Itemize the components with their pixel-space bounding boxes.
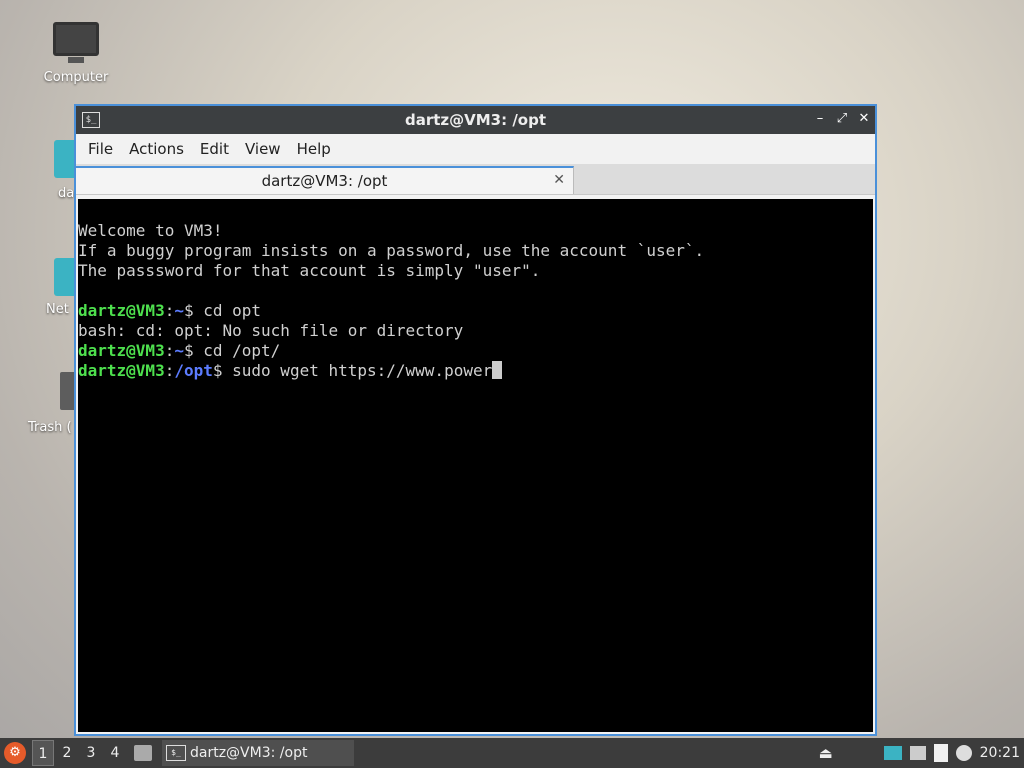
clipboard-icon[interactable] (933, 744, 948, 762)
menu-help[interactable]: Help (289, 140, 339, 158)
close-button[interactable]: ✕ (857, 111, 871, 127)
terminal-icon: $_ (166, 745, 186, 761)
desktop-icon-trash[interactable]: Trash ( (8, 372, 78, 435)
settings-icon[interactable] (955, 745, 972, 761)
task-label: dartz@VM3: /opt (190, 745, 308, 761)
prompt-path: /opt (174, 361, 213, 380)
file-manager-icon[interactable] (134, 745, 152, 761)
text-cursor (492, 361, 503, 379)
prompt-user: dartz@VM3 (78, 361, 165, 380)
workspace-2[interactable]: 2 (56, 740, 78, 766)
tab-bar: dartz@VM3: /opt ✕ (76, 164, 875, 195)
desktop-icon-computer[interactable]: Computer (28, 22, 124, 85)
prompt-path: ~ (174, 301, 184, 320)
menu-edit[interactable]: Edit (192, 140, 237, 158)
terminal-line: Welcome to VM3! (78, 221, 223, 240)
eject-icon[interactable]: ⏏ (816, 744, 836, 762)
window-title: dartz@VM3: /opt (404, 111, 547, 129)
command-output: bash: cd: opt: No such file or directory (78, 321, 464, 340)
desktop-icon-label: Net (46, 302, 69, 317)
desktop-icon-home[interactable]: da (8, 140, 78, 201)
menu-view[interactable]: View (237, 140, 289, 158)
terminal-line: The passsword for that account is simply… (78, 261, 541, 280)
clock[interactable]: 20:21 (980, 745, 1020, 761)
menu-actions[interactable]: Actions (121, 140, 192, 158)
command-text: cd /opt/ (203, 341, 281, 360)
command-input[interactable]: sudo wget https://www.power (232, 361, 492, 380)
terminal-window[interactable]: $_ dartz@VM3: /opt – ⤢ ✕ File Actions Ed… (74, 104, 877, 736)
taskbar: ⚙ 1 2 3 4 $_ dartz@VM3: /opt ⏏ 20:21 (0, 738, 1024, 768)
desktop-icon-network[interactable]: Net (8, 258, 78, 317)
prompt-line: dartz@VM3:/opt$ sudo wget https://www.po… (78, 361, 873, 381)
system-tray: ⏏ 20:21 (816, 744, 1024, 762)
start-menu-button[interactable]: ⚙ (4, 742, 26, 764)
prompt-line: dartz@VM3:~$ cd opt (78, 301, 262, 320)
menu-bar: File Actions Edit View Help (76, 134, 875, 164)
desktop-icon-label: Trash ( (28, 420, 72, 435)
prompt-user: dartz@VM3 (78, 341, 165, 360)
prompt-user: dartz@VM3 (78, 301, 165, 320)
tab-close-icon[interactable]: ✕ (553, 172, 565, 188)
command-text: cd opt (203, 301, 262, 320)
title-bar[interactable]: $_ dartz@VM3: /opt – ⤢ ✕ (76, 106, 875, 134)
terminal-line: If a buggy program insists on a password… (78, 241, 705, 260)
maximize-button[interactable]: ⤢ (835, 111, 849, 127)
workspace-3[interactable]: 3 (80, 740, 102, 766)
display-icon[interactable] (883, 746, 902, 760)
tab-label: dartz@VM3: /opt (261, 172, 388, 190)
computer-icon (53, 22, 99, 63)
workspace-1[interactable]: 1 (32, 740, 54, 766)
taskbar-task-terminal[interactable]: $_ dartz@VM3: /opt (162, 740, 354, 766)
prompt-line: dartz@VM3:~$ cd /opt/ (78, 341, 281, 360)
prompt-path: ~ (174, 341, 184, 360)
tab-terminal[interactable]: dartz@VM3: /opt ✕ (76, 166, 574, 194)
terminal-app-icon: $_ (82, 112, 100, 128)
menu-file[interactable]: File (80, 140, 121, 158)
workspace-4[interactable]: 4 (104, 740, 126, 766)
terminal-output[interactable]: Welcome to VM3! If a buggy program insist… (78, 199, 873, 732)
desktop-icon-label: Computer (43, 70, 109, 85)
minimize-button[interactable]: – (813, 111, 827, 127)
network-icon[interactable] (909, 746, 926, 760)
desktop-icon-label: da (58, 186, 75, 201)
